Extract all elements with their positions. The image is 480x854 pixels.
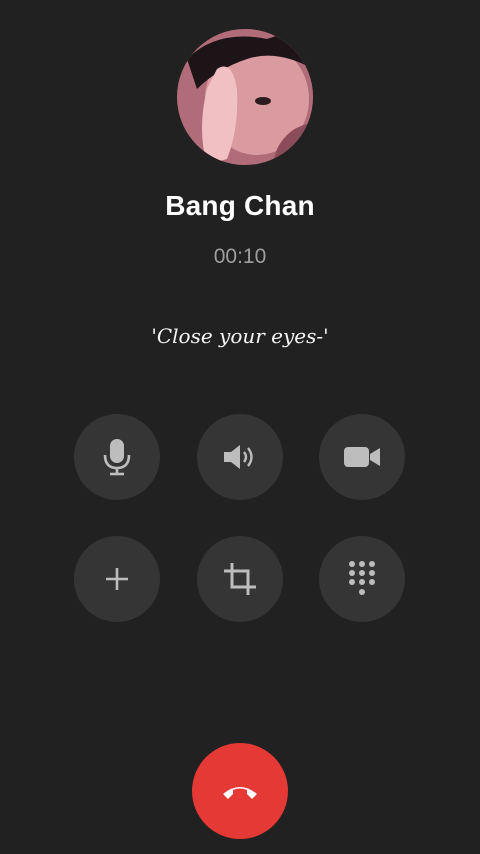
keypad-icon xyxy=(349,561,375,595)
add-call-icon xyxy=(106,568,128,590)
speaker-icon xyxy=(224,445,253,469)
contact-name: Bang Chan xyxy=(165,190,315,221)
call-duration: 00:10 xyxy=(213,245,267,268)
crop-icon xyxy=(224,563,256,595)
microphone-icon xyxy=(103,439,131,476)
caption-text: 'Close your eyes-' xyxy=(151,324,329,348)
speaker-button[interactable] xyxy=(197,414,283,500)
keypad-button[interactable] xyxy=(319,536,405,622)
crop-button[interactable] xyxy=(197,536,283,622)
end-call-button[interactable] xyxy=(192,743,288,839)
hang-up-icon xyxy=(223,787,257,799)
video-button[interactable] xyxy=(319,414,405,500)
video-camera-icon xyxy=(344,447,380,467)
add-call-button[interactable] xyxy=(74,536,160,622)
mute-button[interactable] xyxy=(74,414,160,500)
contact-avatar xyxy=(177,29,313,165)
